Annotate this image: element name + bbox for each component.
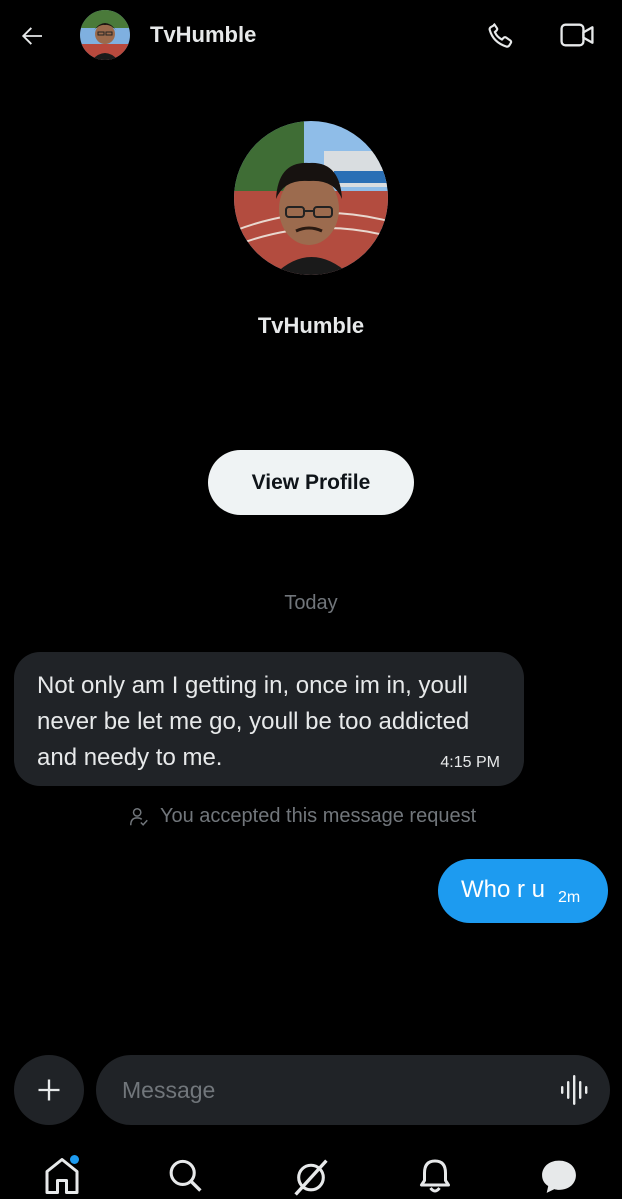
plus-icon [38, 1079, 60, 1101]
nav-search[interactable] [163, 1156, 207, 1199]
arrow-left-icon [21, 27, 42, 45]
user-check-icon [130, 807, 148, 826]
message-timestamp: 2m [558, 889, 581, 906]
contact-name[interactable]: TvHumble [150, 22, 256, 48]
message-text: Not only am I getting in, once im in, yo… [37, 672, 470, 771]
video-camera-icon [560, 23, 594, 47]
phone-icon [488, 23, 513, 48]
audio-waveform-icon [561, 1075, 588, 1105]
call-button[interactable] [482, 16, 520, 54]
avatar-photo [80, 10, 130, 60]
contact-avatar[interactable] [80, 10, 130, 60]
bottom-navigation [0, 1150, 622, 1199]
messages-icon [542, 1160, 576, 1193]
message-input[interactable] [96, 1055, 610, 1125]
profile-name: TvHumble [257, 313, 365, 338]
grok-icon [294, 1159, 328, 1196]
message-request-note: You accepted this message request [128, 805, 476, 828]
message-timestamp: 4:15 PM [440, 754, 500, 771]
nav-grok[interactable] [289, 1156, 333, 1199]
request-note-text: You accepted this message request [160, 805, 477, 827]
dm-conversation-screen: TvHumble TvHumble View Profile Today Not… [0, 0, 622, 1199]
back-button[interactable] [14, 18, 50, 54]
message-text: Who r u [461, 876, 546, 903]
incoming-message-bubble[interactable]: Not only am I getting in, once im in, yo… [14, 652, 524, 786]
conversation-header: TvHumble [0, 0, 622, 72]
add-attachment-button[interactable] [14, 1055, 84, 1125]
profile-photo [234, 121, 388, 275]
notifications-bell-icon [420, 1159, 450, 1193]
search-icon [169, 1159, 202, 1192]
nav-messages[interactable] [537, 1156, 581, 1199]
home-notification-dot [70, 1155, 79, 1164]
outgoing-message-bubble[interactable]: Who r u 2m [438, 859, 608, 923]
voice-message-button[interactable] [556, 1072, 592, 1108]
nav-notifications[interactable] [413, 1156, 457, 1199]
profile-avatar[interactable] [234, 121, 388, 275]
date-separator: Today [284, 592, 338, 614]
video-call-button[interactable] [556, 16, 598, 54]
view-profile-button[interactable]: View Profile [208, 450, 414, 515]
